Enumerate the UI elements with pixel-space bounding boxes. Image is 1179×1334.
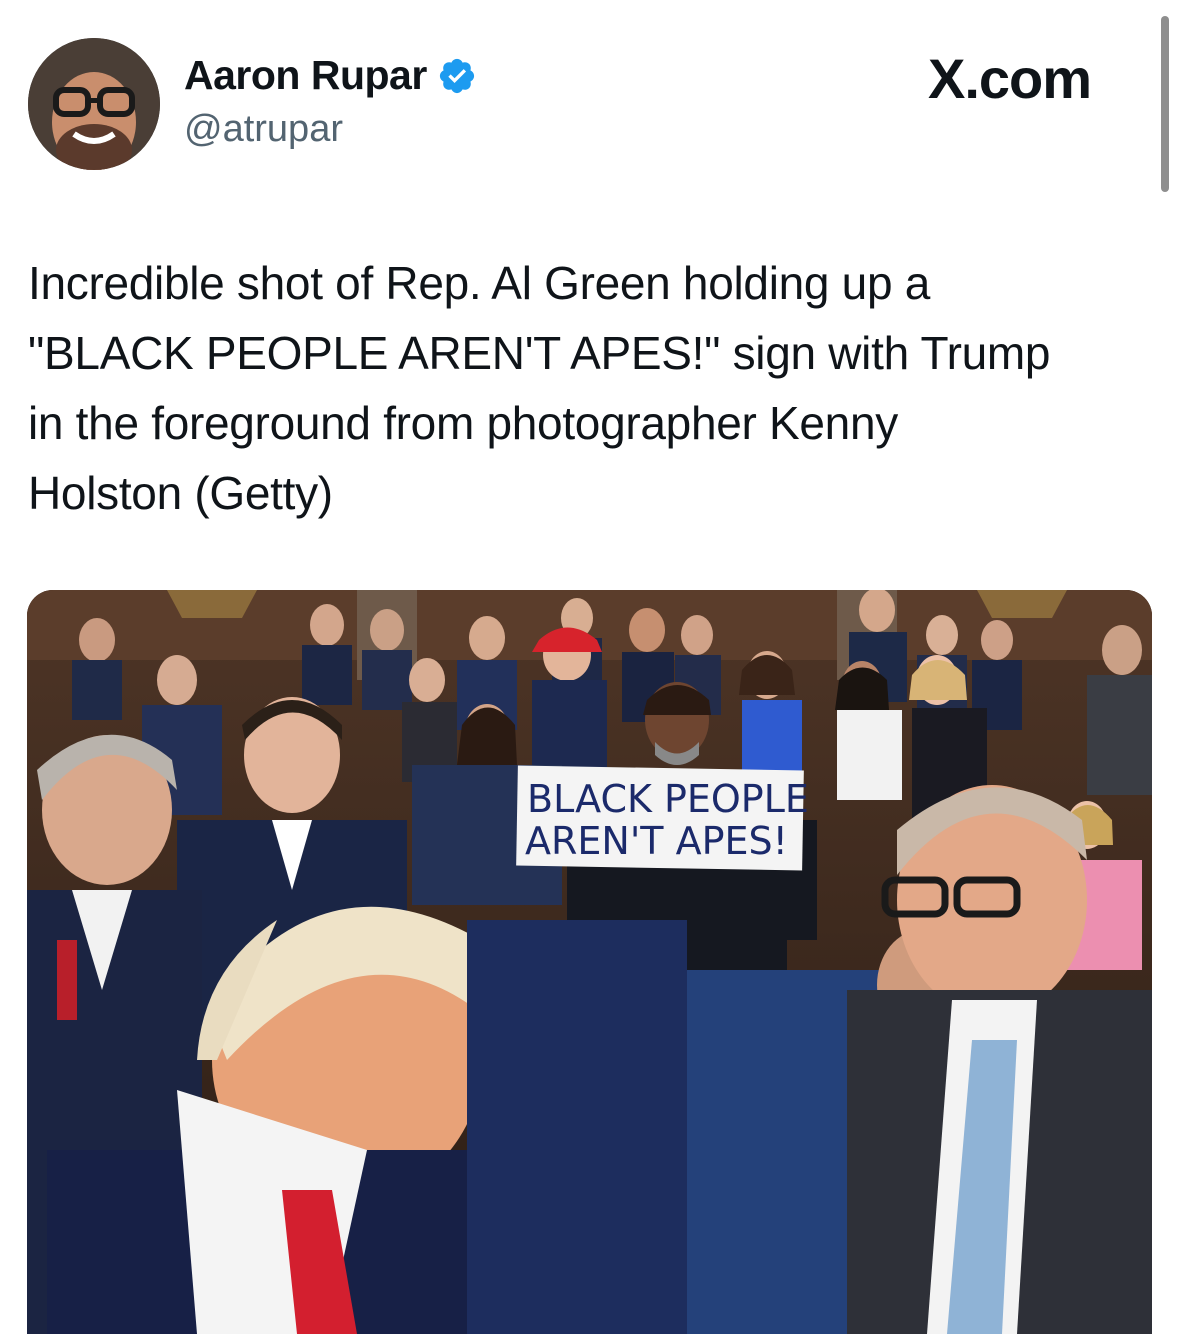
tweet-text: Incredible shot of Rep. Al Green holding… [28,248,1153,528]
avatar-photo [28,38,160,170]
author-handle[interactable]: @atrupar [184,108,343,151]
x-brand-logo: X.com [928,47,1092,110]
tweet-media-photo[interactable]: BLACK PEOPLE AREN'T APES! [27,590,1152,1334]
sign-line: AREN'T APES! [525,819,788,863]
tweet-text-line: Incredible shot of Rep. Al Green holding… [28,257,930,309]
scrollbar[interactable] [1161,16,1169,192]
tweet-text-line: in the foreground from photographer Kenn… [28,397,898,449]
sign-line: BLACK PEOPLE [527,777,809,821]
author-name-row[interactable]: Aaron Rupar [184,52,477,99]
author-name[interactable]: Aaron Rupar [184,52,427,99]
tweet-text-line: Holston (Getty) [28,467,333,519]
verified-badge-icon [439,58,474,93]
avatar[interactable] [28,38,160,170]
photo-scene: BLACK PEOPLE AREN'T APES! [27,590,1152,1334]
tweet-header: Aaron Rupar @atrupar X.com [0,0,1179,200]
tweet-text-line: "BLACK PEOPLE AREN'T APES!" sign with Tr… [28,327,1051,379]
protest-sign: BLACK PEOPLE AREN'T APES! [516,765,809,871]
